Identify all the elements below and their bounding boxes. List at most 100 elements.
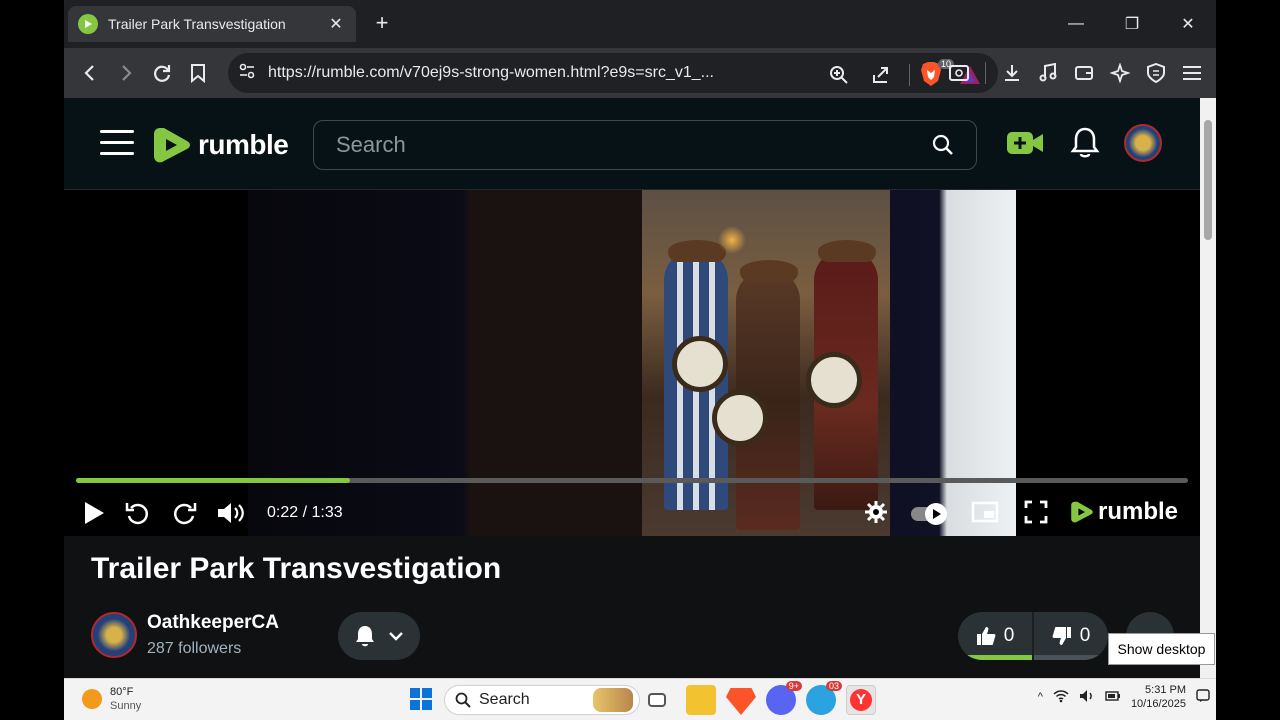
notification-center-icon[interactable] (1196, 688, 1210, 706)
upload-video-button[interactable] (1006, 128, 1044, 163)
video-progress-bar[interactable] (76, 478, 1188, 483)
weather-widget[interactable]: 80°F Sunny (82, 685, 141, 713)
restore-button[interactable]: ❐ (1104, 0, 1160, 48)
leo-ai-icon[interactable] (1102, 55, 1138, 91)
page-scrollbar[interactable] (1200, 98, 1216, 678)
site-menu-icon[interactable] (100, 130, 134, 156)
rumble-favicon-icon (78, 14, 98, 34)
reload-button[interactable] (144, 55, 180, 91)
channel-name[interactable]: OathkeeperCA (147, 612, 279, 634)
fullscreen-button[interactable] (1024, 500, 1048, 529)
address-bar[interactable]: https://rumble.com/v70ej9s-strong-women.… (228, 53, 998, 93)
wifi-icon[interactable] (1053, 689, 1069, 706)
taskbar-search-label: Search (479, 691, 530, 708)
picture-in-picture-icon (971, 501, 999, 523)
autoplay-toggle[interactable] (910, 502, 950, 531)
like-button[interactable]: 0 (958, 612, 1032, 660)
tab-strip: Trailer Park Transvestigation ✕ + — ❐ ✕ (64, 0, 1216, 48)
follower-count: 287 followers (147, 640, 242, 657)
weather-temp: 80°F (110, 686, 134, 698)
player-brand-logo[interactable]: rumble (1070, 498, 1178, 526)
sun-icon (82, 689, 102, 709)
rumble-logo[interactable]: rumble (152, 124, 289, 166)
new-tab-button[interactable]: + (370, 12, 394, 36)
show-desktop-tooltip: Show desktop (1108, 633, 1215, 665)
window-controls: — ❐ ✕ (1048, 0, 1216, 48)
user-avatar[interactable] (1124, 124, 1162, 162)
camera-plus-icon (1007, 132, 1043, 154)
play-button[interactable] (82, 500, 106, 531)
browser-window: Trailer Park Transvestigation ✕ + — ❐ ✕ … (64, 0, 1216, 678)
video-time: 0:22 / 1:33 (267, 504, 343, 521)
clock-time: 5:31 PM (1145, 684, 1186, 696)
task-view-icon[interactable] (648, 693, 666, 707)
notification-settings-button[interactable] (338, 612, 420, 660)
rewind-icon (125, 503, 149, 525)
rumble-logo-icon (154, 128, 190, 163)
player-controls: 0:22 / 1:33 rumble (64, 490, 1200, 536)
pip-button[interactable] (971, 500, 999, 529)
back-button[interactable] (72, 55, 108, 91)
wallet-icon[interactable] (1066, 55, 1102, 91)
minimize-button[interactable]: — (1048, 0, 1104, 48)
dislike-ratio-bar (1034, 655, 1108, 660)
dislike-button[interactable]: 0 (1032, 612, 1108, 660)
url-text: https://rumble.com/v70ej9s-strong-women.… (268, 64, 714, 81)
yandex-browser-icon[interactable]: Y (846, 685, 876, 715)
battery-icon[interactable] (1105, 690, 1121, 705)
rewind-button[interactable] (124, 500, 150, 531)
tab-close-icon[interactable]: ✕ (326, 14, 346, 34)
fast-forward-icon (173, 503, 197, 525)
player-brand-text: rumble (1098, 498, 1179, 525)
speaker-icon[interactable] (1079, 689, 1095, 706)
reader-mode-icon[interactable] (941, 55, 977, 91)
telegram-badge: 03 (825, 681, 842, 691)
brave-taskbar-icon[interactable] (726, 688, 756, 715)
rumble-player-logo-icon (1071, 501, 1093, 523)
search-icon[interactable] (932, 134, 954, 156)
telegram-icon[interactable]: 03 (806, 681, 842, 715)
site-search (313, 120, 977, 170)
video-player[interactable]: 0:22 / 1:33 rumble (64, 190, 1200, 536)
taskbar-search[interactable]: Search (444, 685, 640, 715)
lamp-glow (718, 226, 746, 254)
browser-toolbar: https://rumble.com/v70ej9s-strong-women.… (64, 48, 1216, 98)
banjo-center (712, 390, 768, 446)
file-explorer-icon[interactable] (686, 685, 716, 715)
clock[interactable]: 5:31 PM 10/16/2025 (1131, 683, 1186, 711)
site-settings-icon[interactable] (238, 62, 256, 85)
forward-button[interactable] (108, 55, 144, 91)
channel-avatar[interactable] (91, 612, 137, 658)
play-icon (85, 502, 104, 524)
start-button[interactable] (410, 688, 432, 710)
media-icon[interactable] (1030, 55, 1066, 91)
zoom-icon[interactable] (821, 57, 857, 93)
dislike-count: 0 (1079, 625, 1091, 646)
tab-title: Trailer Park Transvestigation (108, 16, 286, 32)
thumbs-down-icon (1052, 627, 1071, 645)
like-count: 0 (1003, 625, 1015, 646)
channel-info[interactable]: OathkeeperCA 287 followers (91, 612, 279, 658)
notifications-button[interactable] (1070, 126, 1100, 165)
video-title: Trailer Park Transvestigation (91, 552, 502, 585)
search-input[interactable] (336, 132, 932, 158)
weather-desc: Sunny (110, 700, 142, 712)
bell-icon (1070, 127, 1100, 158)
browser-tab[interactable]: Trailer Park Transvestigation ✕ (68, 6, 356, 42)
chevron-up-icon[interactable]: ^ (1038, 691, 1043, 703)
volume-button[interactable] (216, 500, 246, 531)
progress-fill (76, 478, 350, 483)
forward-button-player[interactable] (172, 500, 198, 531)
downloads-icon[interactable] (994, 55, 1030, 91)
chevron-down-icon (388, 632, 403, 641)
banjo-left (672, 336, 728, 392)
share-icon[interactable] (863, 57, 899, 93)
discord-icon[interactable]: 9+ (766, 681, 802, 715)
bookmark-button[interactable] (180, 55, 216, 91)
close-window-button[interactable]: ✕ (1160, 0, 1216, 48)
settings-button[interactable] (864, 500, 888, 529)
scrollbar-thumb[interactable] (1204, 120, 1212, 240)
vpn-icon[interactable] (1138, 55, 1174, 91)
hat-center (740, 260, 798, 282)
menu-icon[interactable] (1174, 55, 1210, 91)
